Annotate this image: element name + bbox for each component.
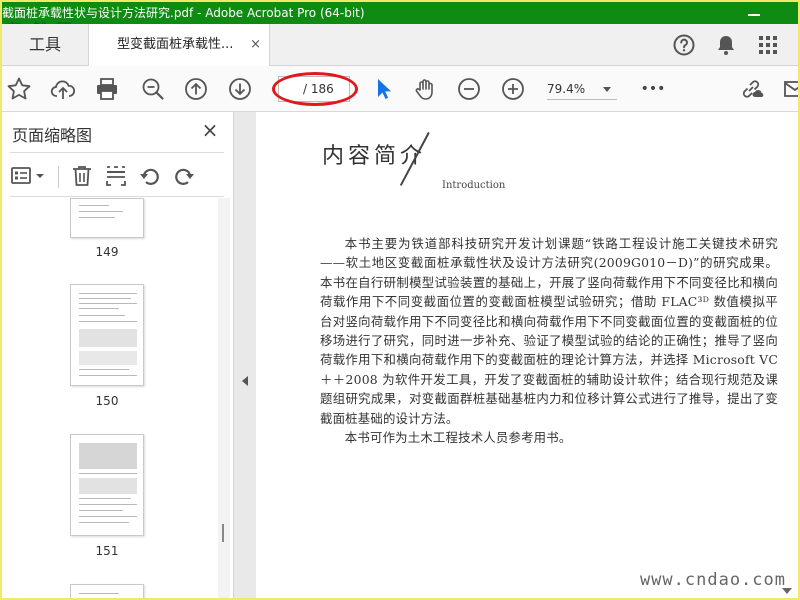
page-thumbnail-label: 149 <box>95 245 119 259</box>
tab-bar: 工具 型变截面桩承载性... × <box>2 24 798 66</box>
zoom-level-dropdown[interactable]: 79.4% <box>547 78 617 100</box>
hand-tool-icon[interactable] <box>412 76 438 102</box>
thumbnail-options-icon[interactable] <box>10 164 46 188</box>
panel-toolbar <box>2 156 234 196</box>
panel-close-icon[interactable]: × <box>200 120 220 140</box>
select-cursor-icon[interactable] <box>370 76 396 102</box>
thumbnails-panel: 页面缩略图 × 149 150 151 <box>2 112 234 598</box>
scroll-down-icon[interactable] <box>782 588 792 594</box>
page-total: / 186 <box>303 82 334 96</box>
zoom-search-icon[interactable] <box>140 76 166 102</box>
bell-icon[interactable] <box>714 33 738 57</box>
page-thumbnail[interactable] <box>70 584 144 598</box>
tab-close-icon[interactable]: × <box>250 24 261 66</box>
rotate-left-icon[interactable] <box>138 164 162 188</box>
apps-grid-icon[interactable] <box>756 33 780 57</box>
acrobat-window: 截面桩承载性状与设计方法研究.pdf - Adobe Acrobat Pro (… <box>2 2 798 598</box>
page-thumbnail[interactable] <box>70 284 144 386</box>
document-subheading: Introduction <box>442 180 506 191</box>
page-thumbnail[interactable] <box>70 198 144 238</box>
collapse-arrow-icon[interactable] <box>242 376 248 386</box>
next-page-icon[interactable] <box>227 76 253 102</box>
tab-document[interactable]: 型变截面桩承载性... × <box>88 24 270 66</box>
panel-divider <box>10 152 224 153</box>
thumbnail-list: 149 150 151 <box>2 198 218 598</box>
star-bookmark-icon[interactable] <box>6 76 32 102</box>
tab-document-label: 型变截面桩承载性... <box>117 37 234 52</box>
email-icon[interactable] <box>782 76 798 102</box>
zoom-level-value: 79.4% <box>547 82 586 96</box>
zoom-out-icon[interactable] <box>456 76 482 102</box>
thumbnail-scrollbar[interactable] <box>218 198 230 598</box>
share-link-icon[interactable] <box>738 76 764 102</box>
minimize-button[interactable] <box>746 4 762 20</box>
page-thumbnail[interactable] <box>70 434 144 536</box>
page-thumbnail-label: 150 <box>95 394 119 408</box>
panel-divider <box>10 196 224 197</box>
scrollbar-thumb[interactable] <box>222 524 224 542</box>
zoom-in-icon[interactable] <box>500 76 526 102</box>
title-bar: 截面桩承载性状与设计方法研究.pdf - Adobe Acrobat Pro (… <box>2 2 798 24</box>
body-paragraph: 本书主要为铁道部科技研究开发计划课题“铁路工程设计施工关键技术研究——软土地区变… <box>320 236 778 426</box>
page-number-input[interactable] <box>281 79 299 99</box>
panel-collapse-strip[interactable] <box>234 112 256 598</box>
body-paragraph: 本书可作为土木工程技术人员参考用书。 <box>344 430 572 446</box>
document-view: 内容简介 Introduction 本书主要为铁道部科技研究开发计划课题“铁路工… <box>256 112 798 598</box>
delete-page-icon[interactable] <box>70 164 94 188</box>
main-toolbar: / 186 79.4% ••• <box>2 66 798 112</box>
extract-page-icon[interactable] <box>104 164 128 188</box>
chevron-down-icon <box>603 87 611 92</box>
previous-page-icon[interactable] <box>183 76 209 102</box>
panel-title: 页面缩略图 <box>12 126 93 145</box>
more-tools-icon[interactable]: ••• <box>640 76 666 102</box>
page-thumbnail-label: 151 <box>95 544 119 558</box>
tab-tools[interactable]: 工具 <box>2 24 88 66</box>
toolbar-divider <box>58 166 59 188</box>
help-icon[interactable] <box>672 33 696 57</box>
cloud-upload-icon[interactable] <box>50 76 76 102</box>
rotate-right-icon[interactable] <box>172 164 196 188</box>
document-body: 本书主要为铁道部科技研究开发计划课题“铁路工程设计施工关键技术研究——软土地区变… <box>320 234 778 447</box>
page-number-field[interactable]: / 186 <box>278 76 350 102</box>
watermark-url: www.cndao.com <box>639 570 786 590</box>
print-icon[interactable] <box>94 76 120 102</box>
